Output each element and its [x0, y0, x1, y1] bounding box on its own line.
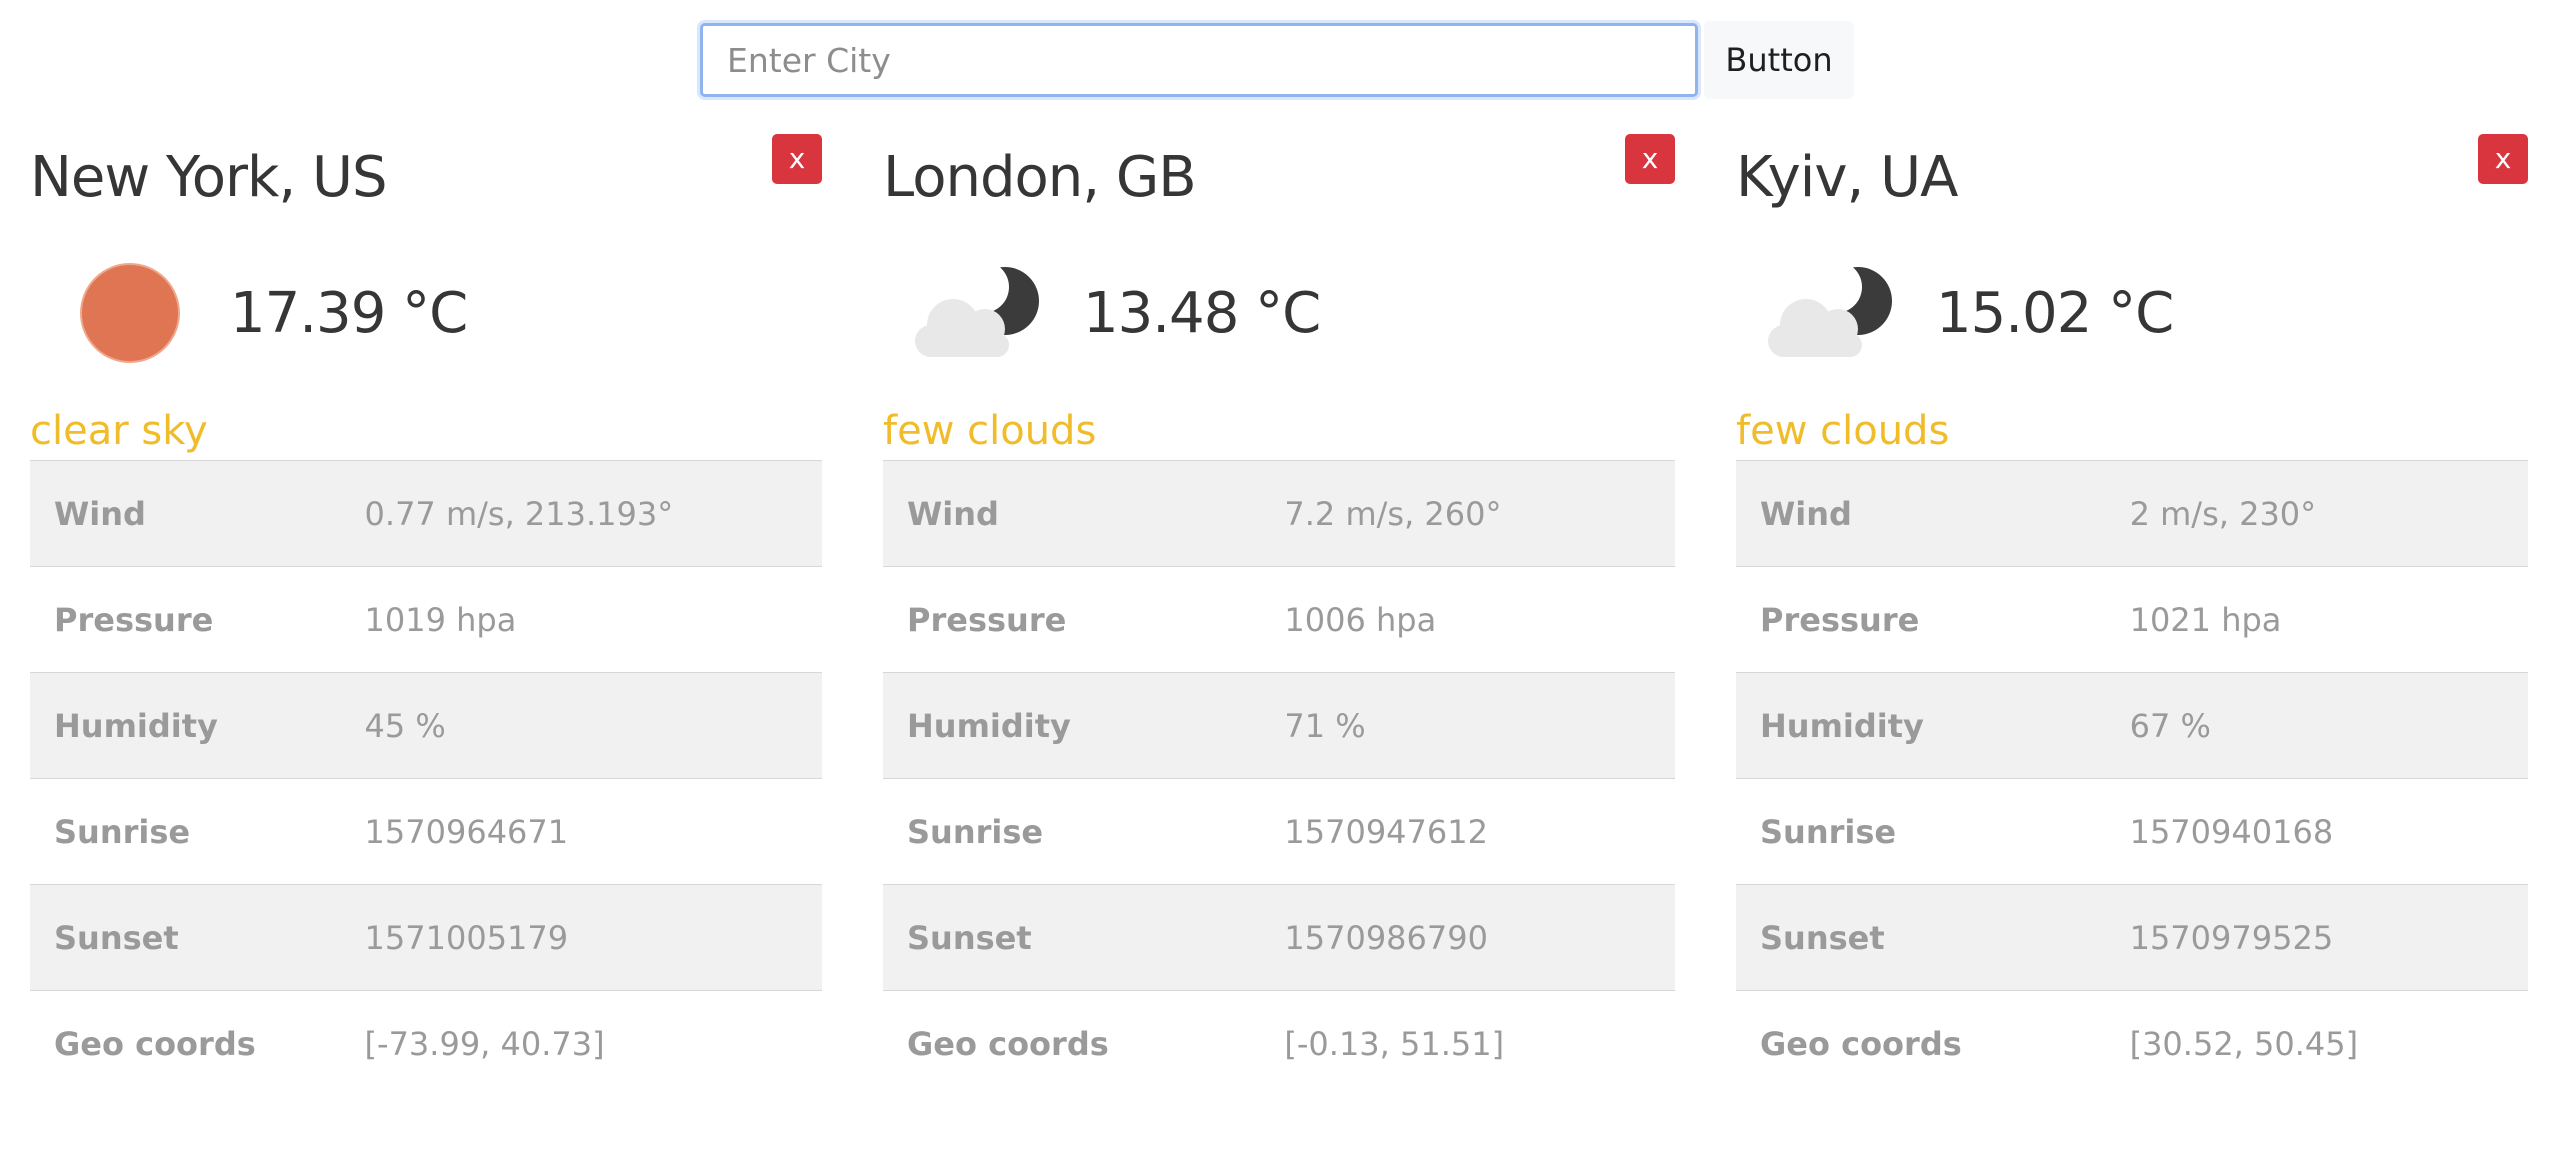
detail-label: Geo coords	[1760, 1024, 1962, 1063]
detail-value: 1019 hpa	[364, 600, 517, 639]
table-row: Wind 2 m/s, 230°	[1736, 460, 2528, 567]
weather-details-table: Wind 0.77 m/s, 213.193° Pressure 1019 hp…	[30, 460, 822, 1097]
weather-description: few clouds	[1736, 408, 1950, 454]
detail-value: 7.2 m/s, 260°	[1284, 494, 1502, 533]
table-row: Humidity 71 %	[883, 672, 1675, 779]
temperature: 15.02 °C	[1936, 280, 2174, 346]
detail-label: Geo coords	[907, 1024, 1109, 1063]
table-row: Geo coords [30.52, 50.45]	[1736, 991, 2528, 1097]
moon-cloud-icon	[883, 253, 1083, 373]
detail-label: Sunset	[907, 918, 1032, 957]
remove-card-button[interactable]: x	[772, 134, 822, 184]
sun-icon	[30, 253, 230, 373]
weather-details-table: Wind 7.2 m/s, 260° Pressure 1006 hpa Hum…	[883, 460, 1675, 1097]
remove-card-button[interactable]: x	[1625, 134, 1675, 184]
weather-description: clear sky	[30, 408, 208, 454]
city-search-input[interactable]	[700, 23, 1698, 97]
weather-description: few clouds	[883, 408, 1097, 454]
city-title: Kyiv, UA	[1736, 145, 1958, 210]
detail-value: [-73.99, 40.73]	[364, 1024, 605, 1063]
search-button[interactable]: Button	[1704, 21, 1854, 99]
detail-value: 71 %	[1284, 706, 1366, 745]
detail-label: Pressure	[54, 600, 214, 639]
remove-card-button[interactable]: x	[2478, 134, 2528, 184]
table-row: Geo coords [-73.99, 40.73]	[30, 991, 822, 1097]
detail-label: Sunrise	[1760, 812, 1897, 851]
detail-value: 1570940168	[2129, 812, 2334, 851]
search-bar: Button	[700, 21, 1854, 103]
weather-summary: 15.02 °C	[1736, 224, 2528, 402]
table-row: Wind 0.77 m/s, 213.193°	[30, 460, 822, 567]
detail-value: 2 m/s, 230°	[2129, 494, 2317, 533]
temperature: 17.39 °C	[230, 280, 468, 346]
detail-value: 0.77 m/s, 213.193°	[364, 494, 674, 533]
detail-value: 45 %	[364, 706, 446, 745]
detail-value: 1570947612	[1284, 812, 1488, 851]
detail-value: 1570979525	[2129, 918, 2334, 957]
table-row: Wind 7.2 m/s, 260°	[883, 460, 1675, 567]
detail-value: [30.52, 50.45]	[2129, 1024, 2359, 1063]
table-row: Pressure 1021 hpa	[1736, 567, 2528, 673]
detail-value: 1570964671	[364, 812, 569, 851]
detail-label: Sunset	[54, 918, 179, 957]
detail-label: Humidity	[1760, 706, 1924, 745]
detail-label: Wind	[907, 494, 999, 533]
city-title: New York, US	[30, 145, 388, 210]
detail-value: 1021 hpa	[2129, 600, 2282, 639]
detail-label: Pressure	[907, 600, 1067, 639]
temperature: 13.48 °C	[1083, 280, 1321, 346]
weather-details-table: Wind 2 m/s, 230° Pressure 1021 hpa Humid…	[1736, 460, 2528, 1097]
city-title: London, GB	[883, 145, 1197, 210]
table-row: Sunrise 1570964671	[30, 779, 822, 885]
detail-label: Pressure	[1760, 600, 1920, 639]
detail-label: Sunrise	[54, 812, 191, 851]
weather-card: London, GB x 13.48 °C few clouds Wind 7.…	[883, 120, 1675, 1097]
detail-value: 67 %	[2129, 706, 2211, 745]
moon-cloud-icon	[1736, 253, 1936, 373]
table-row: Pressure 1006 hpa	[883, 567, 1675, 673]
weather-card: Kyiv, UA x 15.02 °C few clouds Wind 2 m/…	[1736, 120, 2528, 1097]
detail-label: Sunset	[1760, 918, 1885, 957]
detail-label: Humidity	[907, 706, 1071, 745]
table-row: Humidity 67 %	[1736, 672, 2528, 779]
weather-summary: 17.39 °C	[30, 224, 822, 402]
table-row: Sunrise 1570947612	[883, 779, 1675, 885]
table-row: Sunset 1570979525	[1736, 884, 2528, 991]
weather-cards: New York, US x 17.39 °C clear sky Wind 0…	[30, 120, 2530, 1097]
detail-label: Geo coords	[54, 1024, 256, 1063]
detail-value: 1006 hpa	[1284, 600, 1437, 639]
table-row: Sunset 1570986790	[883, 884, 1675, 991]
weather-card: New York, US x 17.39 °C clear sky Wind 0…	[30, 120, 822, 1097]
table-row: Sunset 1571005179	[30, 884, 822, 991]
detail-label: Wind	[1760, 494, 1852, 533]
table-row: Humidity 45 %	[30, 672, 822, 779]
table-row: Pressure 1019 hpa	[30, 567, 822, 673]
detail-label: Sunrise	[907, 812, 1044, 851]
detail-value: 1570986790	[1284, 918, 1488, 957]
detail-value: [-0.13, 51.51]	[1284, 1024, 1505, 1063]
detail-label: Humidity	[54, 706, 218, 745]
weather-summary: 13.48 °C	[883, 224, 1675, 402]
detail-value: 1571005179	[364, 918, 569, 957]
table-row: Sunrise 1570940168	[1736, 779, 2528, 885]
table-row: Geo coords [-0.13, 51.51]	[883, 991, 1675, 1097]
detail-label: Wind	[54, 494, 146, 533]
